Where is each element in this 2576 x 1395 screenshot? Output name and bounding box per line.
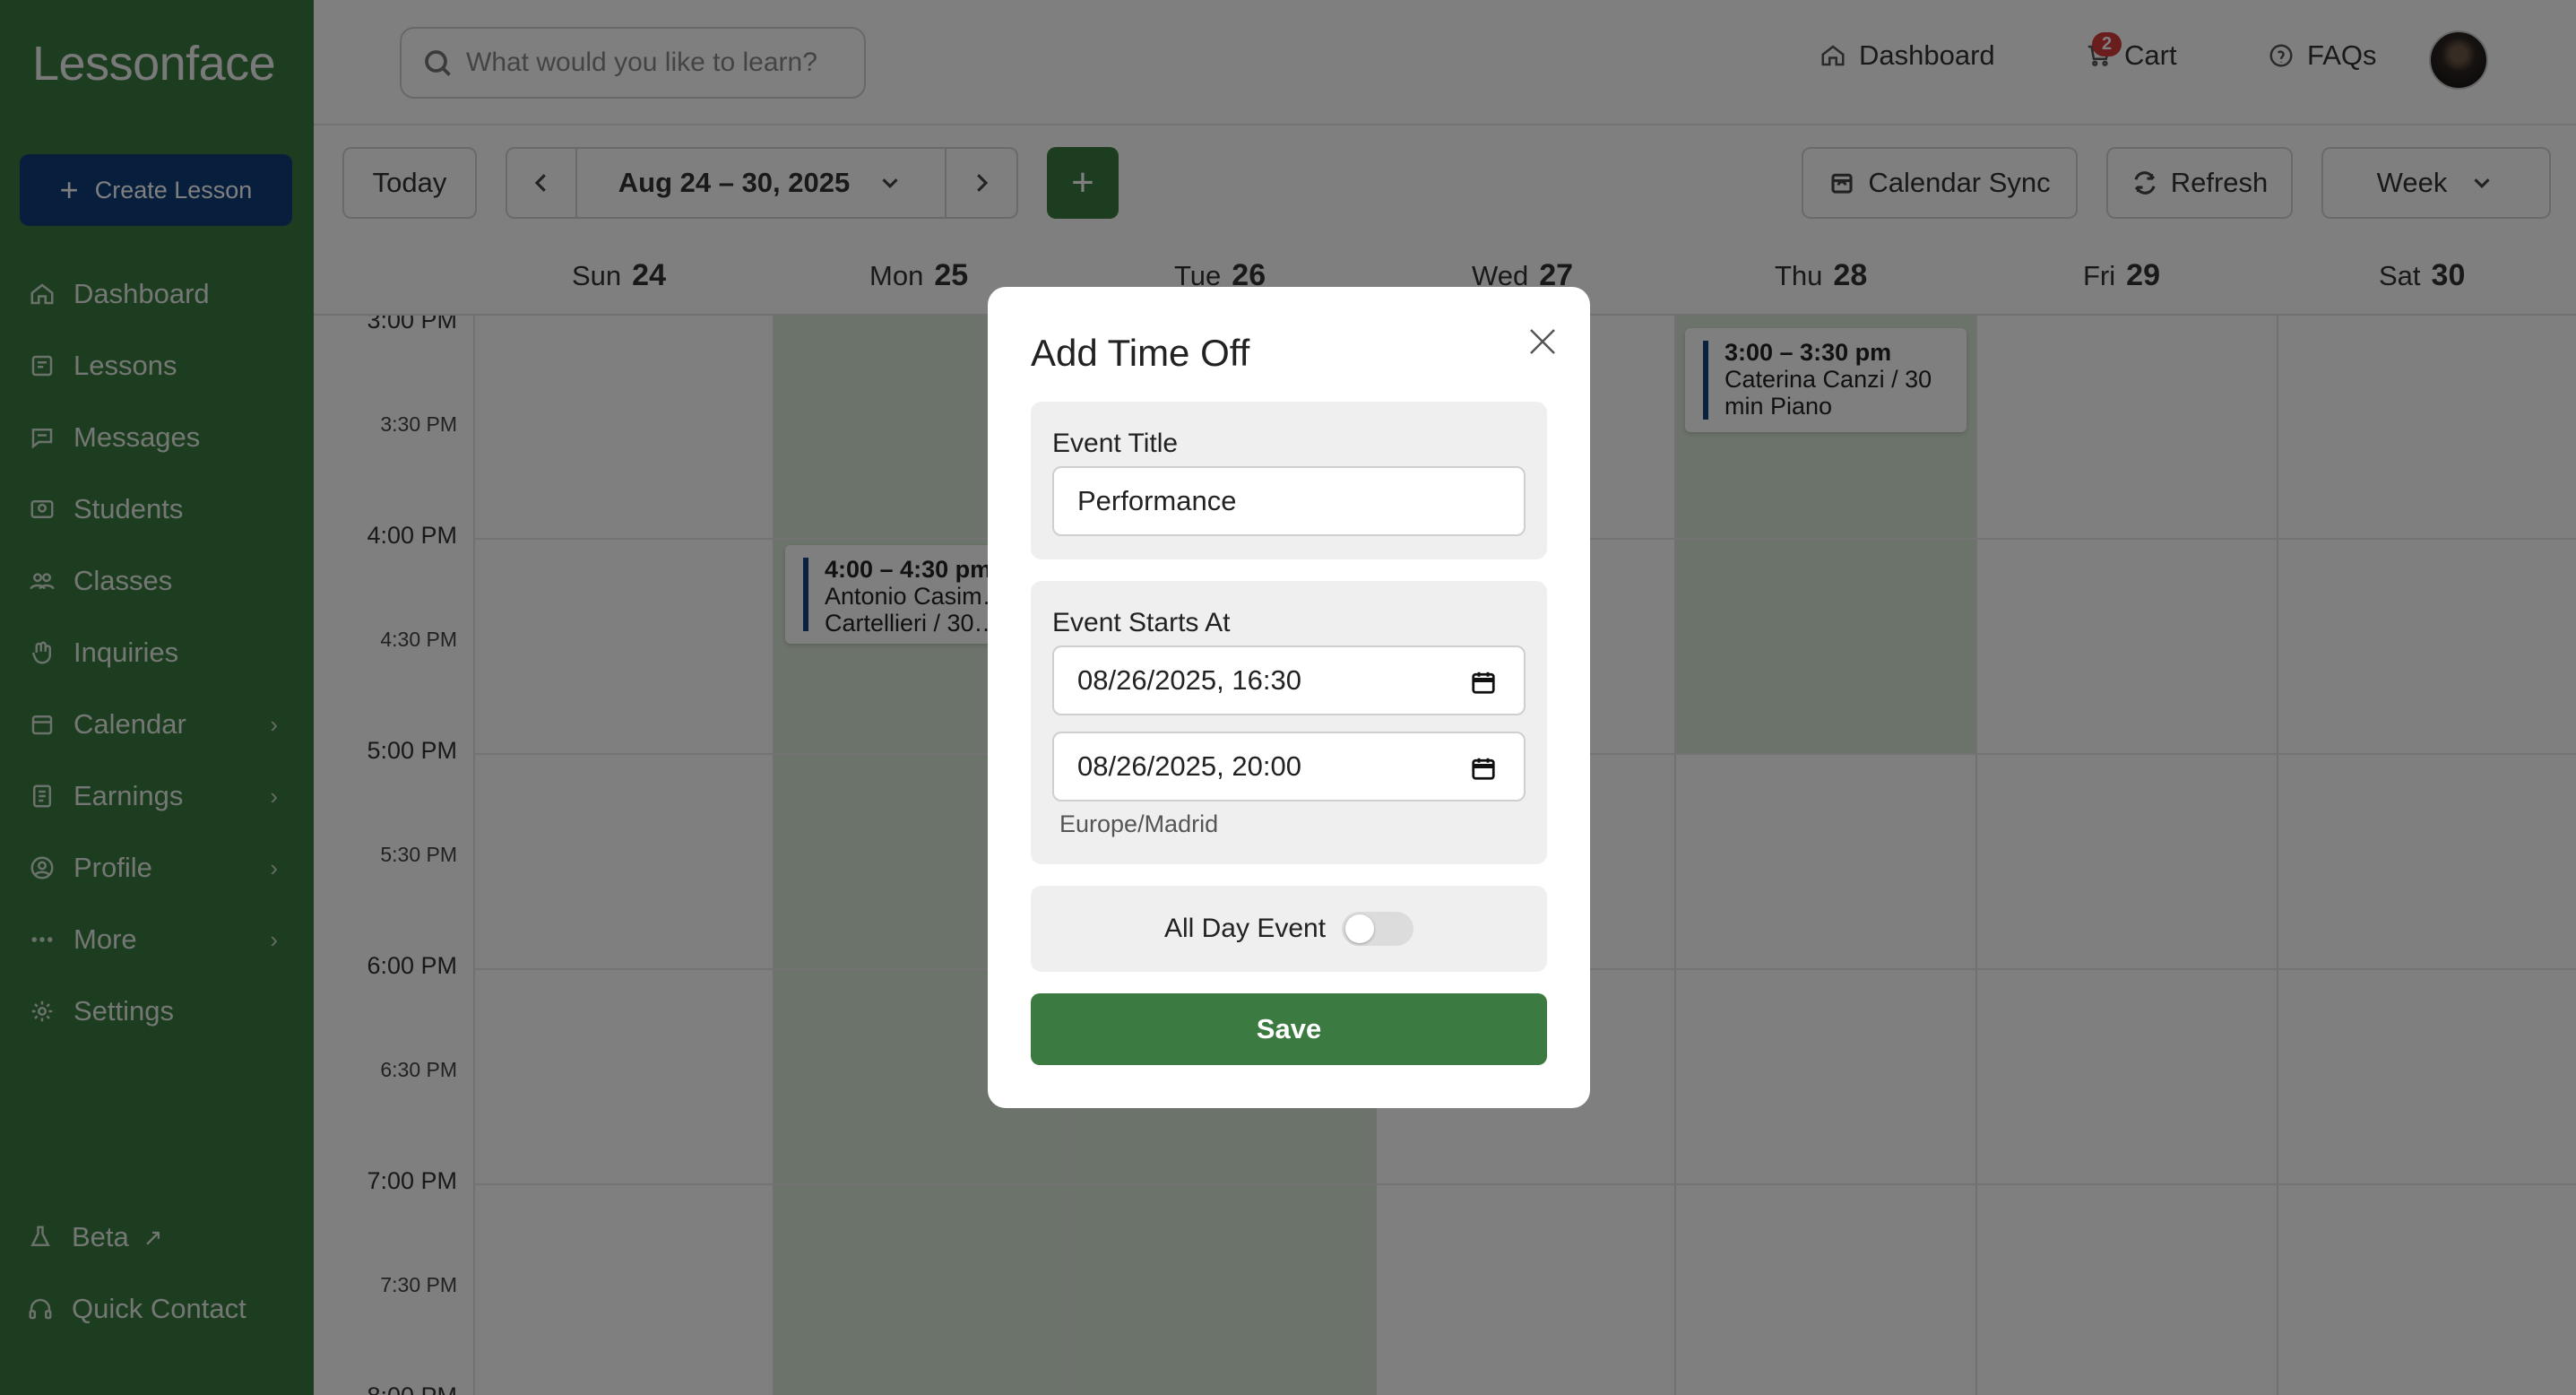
save-label: Save bbox=[1256, 1013, 1322, 1044]
close-icon bbox=[1530, 329, 1555, 354]
event-title-input[interactable]: Performance bbox=[1052, 466, 1526, 536]
add-time-off-modal: Add Time Off Event Title Performance Eve… bbox=[988, 287, 1590, 1108]
end-datetime-input[interactable]: 08/26/2025, 20:00 bbox=[1052, 732, 1526, 801]
event-time-panel: Event Starts At 08/26/2025, 16:30 08/26/… bbox=[1031, 581, 1547, 864]
calendar-icon[interactable] bbox=[1470, 755, 1497, 782]
calendar-icon[interactable] bbox=[1470, 669, 1497, 696]
event-title-label: Event Title bbox=[1052, 429, 1179, 458]
all-day-label: All Day Event bbox=[1163, 914, 1327, 943]
close-button[interactable] bbox=[1522, 321, 1563, 362]
end-datetime-value: 08/26/2025, 20:00 bbox=[1077, 750, 1301, 782]
save-button[interactable]: Save bbox=[1031, 993, 1547, 1065]
all-day-row: All Day Event bbox=[1031, 886, 1547, 972]
event-title-value: Performance bbox=[1077, 485, 1237, 516]
all-day-panel: All Day Event bbox=[1031, 886, 1547, 972]
start-datetime-value: 08/26/2025, 16:30 bbox=[1077, 664, 1301, 696]
event-starts-label: Event Starts At bbox=[1052, 608, 1231, 637]
event-title-panel: Event Title Performance bbox=[1031, 402, 1547, 559]
all-day-toggle[interactable] bbox=[1342, 912, 1414, 946]
start-datetime-input[interactable]: 08/26/2025, 16:30 bbox=[1052, 646, 1526, 715]
modal-title: Add Time Off bbox=[1031, 332, 1250, 374]
timezone-label: Europe/Madrid bbox=[1059, 810, 1219, 837]
